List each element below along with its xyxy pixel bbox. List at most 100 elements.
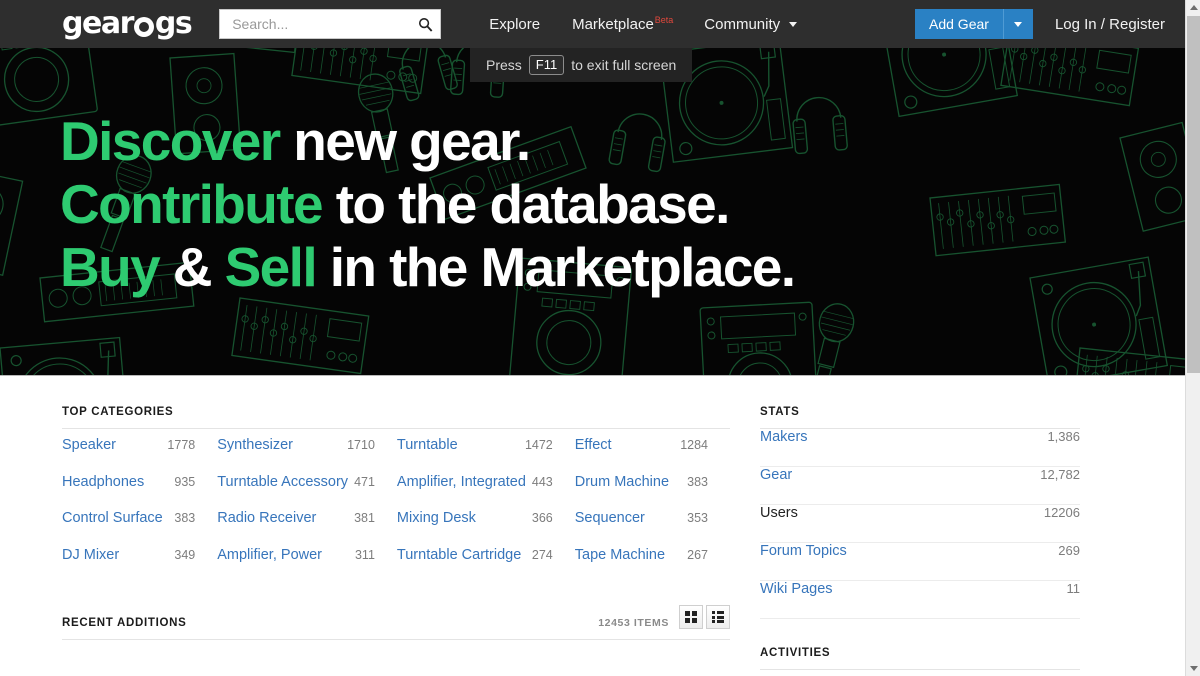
- nav-right-actions: Add Gear Log In / Register: [915, 9, 1171, 39]
- category-item[interactable]: Control Surface 383: [62, 510, 217, 547]
- category-count: 381: [354, 511, 375, 525]
- category-link[interactable]: Tape Machine: [575, 547, 665, 563]
- stat-label-users: Users: [760, 505, 798, 521]
- add-gear-dropdown-toggle[interactable]: [1002, 9, 1033, 39]
- category-count: 1472: [524, 438, 553, 452]
- stat-row[interactable]: Wiki Pages 11: [760, 581, 1080, 619]
- scrollbar-down-button[interactable]: [1186, 661, 1200, 676]
- category-link[interactable]: Headphones: [62, 474, 144, 490]
- category-item[interactable]: Amplifier, Integrated 443: [397, 474, 575, 511]
- category-item[interactable]: Headphones 935: [62, 474, 217, 511]
- stat-value-gear: 12,782: [1040, 467, 1080, 482]
- category-count: 366: [531, 511, 553, 525]
- activities-title: ACTIVITIES: [760, 647, 831, 659]
- category-item[interactable]: Tape Machine 267: [575, 547, 730, 584]
- stat-link-makers[interactable]: Makers: [760, 429, 808, 445]
- category-link[interactable]: Turntable Cartridge: [397, 547, 521, 563]
- category-link[interactable]: Turntable Accessory: [217, 474, 348, 490]
- category-link[interactable]: Effect: [575, 437, 612, 453]
- hero-line-3-accent-buy: Buy: [60, 236, 161, 298]
- view-mode-toggle: [679, 605, 730, 629]
- category-count: 471: [354, 474, 375, 489]
- search-box[interactable]: [219, 9, 442, 39]
- page-scrollbar[interactable]: [1185, 0, 1200, 676]
- category-item[interactable]: Turntable Cartridge 274: [397, 547, 575, 584]
- logo-text-head: gear: [62, 6, 134, 41]
- hero-line-1-rest: new gear.: [279, 110, 531, 172]
- list-view-button[interactable]: [706, 605, 730, 629]
- category-count: 1710: [347, 438, 375, 452]
- category-link[interactable]: Control Surface: [62, 510, 163, 526]
- category-link[interactable]: Amplifier, Power: [217, 547, 322, 563]
- grid-view-button[interactable]: [679, 605, 703, 629]
- category-item[interactable]: Turntable Accessory 471: [217, 474, 397, 511]
- list-view-icon: [712, 611, 724, 623]
- category-item[interactable]: Speaker 1778: [62, 437, 217, 474]
- category-item[interactable]: Turntable 1472: [397, 437, 575, 474]
- hero-line-3-accent-sell: Sell: [224, 236, 318, 298]
- search-submit-button[interactable]: [415, 17, 436, 32]
- hero-banner: Press F11 to exit full screen Discover n…: [0, 48, 1185, 376]
- category-item[interactable]: Amplifier, Power 311: [217, 547, 397, 584]
- category-item[interactable]: Drum Machine 383: [575, 474, 730, 511]
- nav-item-explore[interactable]: Explore: [473, 16, 556, 33]
- add-gear-button[interactable]: Add Gear: [915, 9, 1003, 39]
- page-viewport: gear gs Explore MarketplaceBeta Communit…: [0, 0, 1185, 676]
- category-link[interactable]: Sequencer: [575, 510, 645, 526]
- category-count: 383: [174, 511, 196, 525]
- category-link[interactable]: Drum Machine: [575, 474, 669, 490]
- fullscreen-toast-prefix: Press: [486, 57, 522, 73]
- nav-item-marketplace[interactable]: MarketplaceBeta: [556, 14, 688, 33]
- top-categories-heading: TOP CATEGORIES: [62, 406, 730, 429]
- stat-row: Users 12206: [760, 505, 1080, 543]
- marketplace-beta-badge: Beta: [654, 14, 674, 25]
- category-link[interactable]: Speaker: [62, 437, 116, 453]
- category-link[interactable]: Amplifier, Integrated: [397, 474, 526, 490]
- content-right-column: STATS Makers 1,386 Gear 12,782 Users 122…: [730, 376, 1130, 670]
- stat-value-forum-topics: 269: [1058, 543, 1080, 558]
- primary-nav-links: Explore MarketplaceBeta Community: [473, 14, 813, 33]
- search-icon: [419, 17, 433, 32]
- stat-row[interactable]: Makers 1,386: [760, 429, 1080, 467]
- site-logo[interactable]: gear gs: [62, 6, 193, 41]
- category-item[interactable]: DJ Mixer 349: [62, 547, 217, 584]
- category-link[interactable]: Mixing Desk: [397, 510, 476, 526]
- category-count: 274: [531, 547, 553, 562]
- category-item[interactable]: Effect 1284: [575, 437, 730, 474]
- stat-link-wiki-pages[interactable]: Wiki Pages: [760, 581, 833, 597]
- category-item[interactable]: Radio Receiver 381: [217, 510, 397, 547]
- category-item[interactable]: Synthesizer 1710: [217, 437, 397, 474]
- category-item[interactable]: Sequencer 353: [575, 510, 730, 547]
- hero-line-2-rest: to the database.: [322, 173, 731, 235]
- f11-key-label: F11: [528, 54, 565, 76]
- category-link[interactable]: Turntable: [397, 437, 458, 453]
- stat-row[interactable]: Gear 12,782: [760, 467, 1080, 505]
- nav-item-community[interactable]: Community: [688, 16, 813, 33]
- scrollbar-thumb[interactable]: [1187, 16, 1200, 373]
- chevron-down-icon: [789, 21, 798, 27]
- stats-title: STATS: [760, 406, 800, 418]
- search-input[interactable]: [230, 15, 416, 33]
- category-link[interactable]: Synthesizer: [217, 437, 293, 453]
- stat-link-gear[interactable]: Gear: [760, 467, 792, 483]
- hero-line-3-ampersand: &: [159, 236, 225, 298]
- category-count: 349: [174, 547, 196, 562]
- nav-item-community-label: Community: [704, 15, 781, 33]
- top-categories-title: TOP CATEGORIES: [62, 406, 174, 418]
- category-count: 267: [687, 547, 708, 562]
- stat-row[interactable]: Forum Topics 269: [760, 543, 1080, 581]
- nav-item-explore-label: Explore: [489, 15, 541, 33]
- stat-value-wiki-pages: 11: [1066, 581, 1081, 596]
- category-count: 1284: [680, 438, 708, 452]
- category-link[interactable]: DJ Mixer: [62, 547, 119, 563]
- logo-o-glyph-icon: [133, 17, 154, 37]
- category-count: 383: [687, 474, 708, 489]
- category-count: 1778: [167, 438, 196, 452]
- stats-heading: STATS: [760, 406, 1080, 429]
- category-item[interactable]: Mixing Desk 366: [397, 510, 575, 547]
- stat-link-forum-topics[interactable]: Forum Topics: [760, 543, 847, 559]
- scrollbar-up-button[interactable]: [1186, 0, 1200, 15]
- category-count: 353: [687, 511, 708, 525]
- login-register-link[interactable]: Log In / Register: [1055, 16, 1165, 33]
- category-link[interactable]: Radio Receiver: [217, 510, 316, 526]
